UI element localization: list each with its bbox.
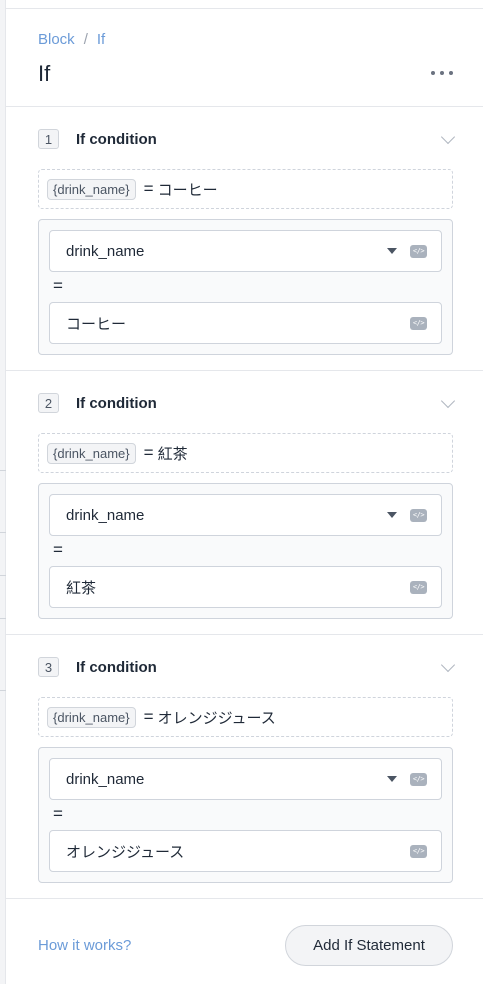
value-input[interactable]: 紅茶 </> xyxy=(49,566,442,608)
breadcrumb-parent[interactable]: Block xyxy=(38,31,75,48)
condition-title: If condition xyxy=(76,130,157,148)
operator-symbol[interactable]: = xyxy=(53,277,63,294)
value-input[interactable]: コーヒー </> xyxy=(49,302,442,344)
code-toggle-icon[interactable]: </> xyxy=(410,581,427,594)
condition-title: If condition xyxy=(76,394,157,412)
dropdown-caret-icon[interactable] xyxy=(387,776,397,782)
condition-editor: drink_name </> = オレンジジュース </> xyxy=(38,747,453,883)
chevron-down-icon[interactable] xyxy=(440,657,456,673)
breadcrumb: Block / If xyxy=(38,31,105,48)
value-input-text: 紅茶 xyxy=(66,579,97,597)
code-toggle-icon[interactable]: </> xyxy=(410,317,427,330)
condition-number-badge: 2 xyxy=(38,393,59,413)
chevron-down-icon[interactable] xyxy=(440,393,456,409)
top-edge xyxy=(6,0,483,9)
condition-header[interactable]: 2 If condition xyxy=(38,393,456,413)
condition-editor: drink_name </> = コーヒー </> xyxy=(38,219,453,355)
operator-symbol[interactable]: = xyxy=(53,541,63,558)
value-input[interactable]: オレンジジュース </> xyxy=(49,830,442,872)
code-toggle-icon[interactable]: </> xyxy=(410,773,427,786)
condition-summary: {drink_name} = 紅茶 xyxy=(38,433,453,473)
variable-tag: {drink_name} xyxy=(47,178,136,200)
dropdown-caret-icon[interactable] xyxy=(387,248,397,254)
breadcrumb-current[interactable]: If xyxy=(97,31,105,48)
summary-value: コーヒー xyxy=(157,181,218,199)
condition-number-badge: 3 xyxy=(38,657,59,677)
condition-number-badge: 1 xyxy=(38,129,59,149)
condition-editor: drink_name </> = 紅茶 </> xyxy=(38,483,453,619)
variable-select[interactable]: drink_name </> xyxy=(49,230,442,272)
code-toggle-icon[interactable]: </> xyxy=(410,509,427,522)
operator-label: = xyxy=(143,443,154,462)
condition-section: 1 If condition {drink_name} = コーヒー drink… xyxy=(6,107,483,371)
summary-value: オレンジジュース xyxy=(157,709,276,727)
add-if-statement-button[interactable]: Add If Statement xyxy=(285,925,453,966)
value-input-text: コーヒー xyxy=(66,315,127,333)
condition-summary: {drink_name} = オレンジジュース xyxy=(38,697,453,737)
condition-summary: {drink_name} = コーヒー xyxy=(38,169,453,209)
panel-header: Block / If If xyxy=(6,9,483,107)
variable-tag: {drink_name} xyxy=(47,706,136,728)
variable-tag: {drink_name} xyxy=(47,442,136,464)
operator-label: = xyxy=(143,179,154,198)
variable-select[interactable]: drink_name </> xyxy=(49,758,442,800)
dropdown-caret-icon[interactable] xyxy=(387,512,397,518)
condition-header[interactable]: 1 If condition xyxy=(38,129,456,149)
code-toggle-icon[interactable]: </> xyxy=(410,245,427,258)
operator-symbol[interactable]: = xyxy=(53,805,63,822)
summary-value: 紅茶 xyxy=(157,445,188,463)
variable-select-value: drink_name xyxy=(66,242,145,260)
page-title: If xyxy=(38,61,51,86)
condition-header[interactable]: 3 If condition xyxy=(38,657,456,677)
variable-select[interactable]: drink_name </> xyxy=(49,494,442,536)
operator-label: = xyxy=(143,707,154,726)
more-options-icon[interactable] xyxy=(431,65,453,81)
condition-section: 3 If condition {drink_name} = オレンジジュース d… xyxy=(6,635,483,899)
chevron-down-icon[interactable] xyxy=(440,129,456,145)
variable-select-value: drink_name xyxy=(66,506,145,524)
breadcrumb-separator: / xyxy=(83,31,88,48)
if-block-panel: Block / If If 1 If condition {drink_name… xyxy=(6,9,483,984)
variable-select-value: drink_name xyxy=(66,770,145,788)
condition-title: If condition xyxy=(76,658,157,676)
condition-section: 2 If condition {drink_name} = 紅茶 drink_n… xyxy=(6,371,483,635)
code-toggle-icon[interactable]: </> xyxy=(410,845,427,858)
value-input-text: オレンジジュース xyxy=(66,843,185,861)
panel-footer: How it works? Add If Statement xyxy=(6,899,483,984)
how-it-works-link[interactable]: How it works? xyxy=(38,937,131,954)
